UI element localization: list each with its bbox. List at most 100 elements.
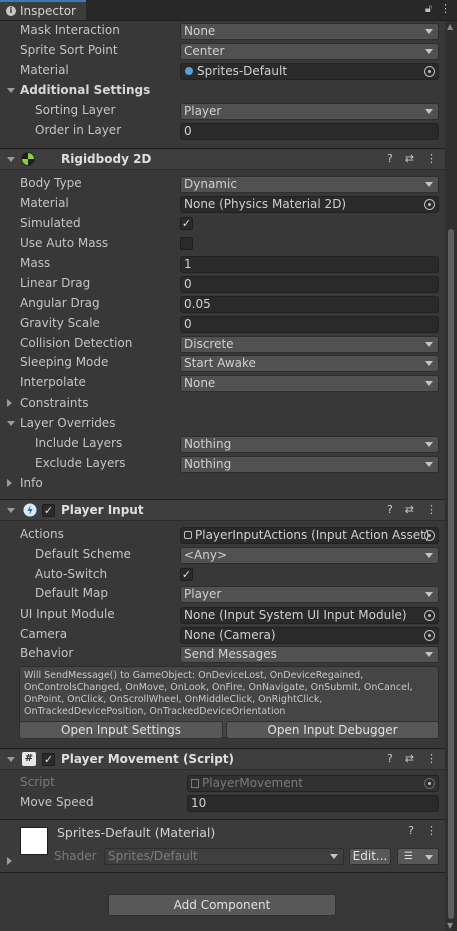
foldout-arrow-icon[interactable] — [7, 857, 12, 865]
actions-field[interactable]: PlayerInputActions (Input Action Asset) — [180, 527, 439, 544]
layer-overrides-row[interactable]: Layer Overrides — [0, 414, 445, 434]
player-movement-header[interactable]: # ✓ Player Movement (Script) ? ⇄ ⋮ — [0, 748, 445, 770]
kebab-menu-icon[interactable]: ⋮ — [426, 503, 437, 516]
foldout-arrow-icon[interactable] — [7, 508, 15, 513]
default-map-label: Default Map — [35, 586, 108, 600]
help-icon[interactable]: ? — [408, 824, 414, 837]
object-picker-icon[interactable] — [424, 610, 435, 621]
sleeping-mode-dropdown[interactable]: Start Awake — [180, 355, 439, 372]
component-tools: ? ⇄ ⋮ — [387, 152, 437, 165]
exclude-layers-label: Exclude Layers — [35, 456, 126, 470]
physics-material-field[interactable]: None (Physics Material 2D) — [180, 196, 439, 213]
behavior-row: Behavior Send Messages — [0, 644, 445, 664]
material-label: Material — [20, 63, 69, 77]
foldout-arrow-icon[interactable] — [7, 421, 15, 426]
script-label: Script — [20, 775, 55, 789]
object-picker-icon[interactable] — [424, 199, 435, 210]
foldout-arrow-icon[interactable] — [7, 88, 15, 93]
sorting-layer-dropdown[interactable]: Player — [180, 103, 439, 120]
player-input-enabled-checkbox[interactable]: ✓ — [42, 504, 55, 517]
constraints-row[interactable]: Constraints — [0, 394, 445, 414]
move-speed-field[interactable]: 10 — [187, 795, 439, 812]
mass-field[interactable]: 1 — [180, 256, 439, 273]
presets-icon[interactable]: ⇄ — [405, 752, 414, 765]
help-icon[interactable]: ? — [387, 752, 393, 765]
foldout-arrow-icon[interactable] — [7, 757, 15, 762]
presets-icon[interactable]: ⇄ — [405, 503, 414, 516]
foldout-arrow-icon[interactable] — [7, 479, 12, 487]
presets-icon[interactable]: ⇄ — [405, 152, 414, 165]
kebab-menu-icon[interactable]: ⋮ — [426, 752, 437, 765]
behavior-dropdown[interactable]: Send Messages — [180, 646, 439, 663]
material-field[interactable]: Sprites-Default — [180, 63, 439, 80]
collision-detection-label: Collision Detection — [20, 336, 133, 350]
lock-icon[interactable]: 🔓︎ — [425, 2, 432, 16]
move-speed-row: Move Speed 10 — [0, 793, 445, 813]
material-tools: ? ⋮ — [408, 824, 437, 837]
mass-row: Mass 1 — [0, 254, 445, 274]
vertical-scrollbar[interactable]: ▲ ▼ — [445, 21, 457, 931]
gravity-scale-field[interactable]: 0 — [180, 316, 439, 333]
scroll-up-icon[interactable]: ▲ — [447, 22, 453, 31]
kebab-menu-icon[interactable]: ⋮ — [440, 2, 451, 16]
shader-dropdown[interactable]: Sprites/Default — [104, 848, 344, 865]
auto-switch-checkbox[interactable]: ✓ — [180, 568, 193, 581]
sprite-sort-point-dropdown[interactable]: Center — [180, 43, 439, 60]
add-component-button[interactable]: Add Component — [108, 894, 336, 916]
scroll-down-icon[interactable]: ▼ — [447, 921, 453, 930]
player-input-header[interactable]: ✓ Player Input ? ⇄ ⋮ — [0, 499, 445, 521]
mask-interaction-label: Mask Interaction — [20, 23, 120, 37]
order-in-layer-label: Order in Layer — [35, 123, 122, 137]
tab-inspector-label: Inspector — [20, 4, 76, 18]
camera-field[interactable]: None (Camera) — [180, 627, 439, 644]
exclude-layers-row: Exclude Layers Nothing — [0, 454, 445, 474]
player-movement-enabled-checkbox[interactable]: ✓ — [42, 753, 55, 766]
include-layers-dropdown[interactable]: Nothing — [180, 436, 439, 453]
info-row[interactable]: Info — [0, 474, 445, 494]
mask-interaction-dropdown[interactable]: None — [180, 23, 439, 40]
body-type-dropdown[interactable]: Dynamic — [180, 176, 439, 193]
use-auto-mass-checkbox[interactable] — [180, 237, 193, 250]
default-map-dropdown[interactable]: Player — [180, 586, 439, 603]
rigidbody-icon — [21, 152, 35, 166]
rigidbody2d-header[interactable]: Rigidbody 2D ? ⇄ ⋮ — [0, 148, 445, 170]
auto-switch-label: Auto-Switch — [35, 567, 108, 581]
open-input-debugger-button[interactable]: Open Input Debugger — [226, 721, 439, 739]
script-file-icon — [191, 779, 199, 788]
order-in-layer-field[interactable]: 0 — [180, 123, 439, 140]
tab-tools: 🔓︎ ⋮ — [425, 2, 451, 16]
default-scheme-dropdown[interactable]: <Any> — [180, 547, 439, 564]
foldout-arrow-icon[interactable] — [7, 399, 12, 407]
kebab-menu-icon[interactable]: ⋮ — [426, 824, 437, 837]
tab-bar: i Inspector 🔓︎ ⋮ — [0, 0, 457, 21]
object-picker-icon[interactable] — [424, 66, 435, 77]
tab-inspector[interactable]: i Inspector — [0, 0, 86, 20]
object-picker-icon[interactable] — [424, 630, 435, 641]
edit-shader-button[interactable]: Edit... — [349, 848, 391, 865]
open-input-settings-button[interactable]: Open Input Settings — [19, 721, 223, 739]
script-icon: # — [22, 752, 36, 766]
help-icon[interactable]: ? — [387, 152, 393, 165]
camera-value: None (Camera) — [184, 628, 276, 642]
kebab-menu-icon[interactable]: ⋮ — [426, 152, 437, 165]
interpolate-dropdown[interactable]: None — [180, 375, 439, 392]
divider — [0, 872, 445, 873]
help-icon[interactable]: ? — [387, 503, 393, 516]
foldout-arrow-icon[interactable] — [7, 157, 15, 162]
input-action-asset-icon — [184, 531, 192, 539]
ui-input-module-field[interactable]: None (Input System UI Input Module) — [180, 607, 439, 624]
angular-drag-field[interactable]: 0.05 — [180, 296, 439, 313]
inspector-content: Mask Interaction None Sprite Sort Point … — [0, 21, 445, 931]
scrollbar-thumb[interactable] — [448, 229, 454, 919]
object-picker-icon[interactable] — [424, 530, 435, 541]
linear-drag-field[interactable]: 0 — [180, 276, 439, 293]
material-preview-title: Sprites-Default (Material) — [57, 825, 216, 840]
simulated-checkbox[interactable]: ✓ — [180, 217, 193, 230]
order-in-layer-row: Order in Layer 0 — [0, 121, 445, 141]
exclude-layers-dropdown[interactable]: Nothing — [180, 456, 439, 473]
collision-detection-row: Collision Detection Discrete — [0, 334, 445, 354]
additional-settings-row[interactable]: Additional Settings — [0, 81, 445, 101]
material-options-button[interactable]: ☰ — [397, 848, 439, 865]
actions-label: Actions — [20, 527, 64, 541]
collision-detection-dropdown[interactable]: Discrete — [180, 336, 439, 353]
